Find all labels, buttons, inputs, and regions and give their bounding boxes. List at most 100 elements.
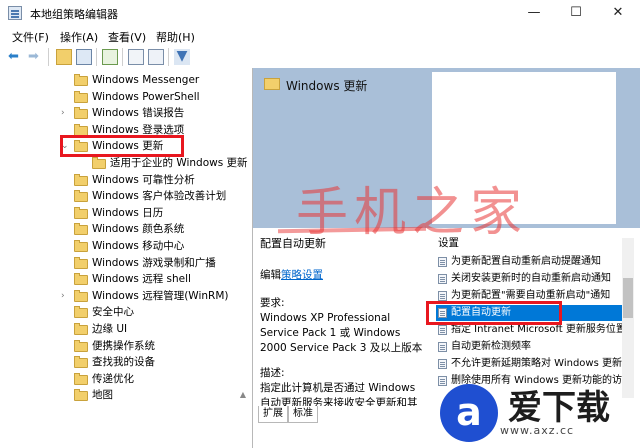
tree-scroll-arrow-icon[interactable]: ▲ [237, 390, 249, 402]
settings-scrollbar-thumb[interactable] [623, 278, 633, 318]
tree-item[interactable]: 地图 [0, 387, 252, 404]
tree-item-label: Windows 远程 shell [92, 273, 191, 286]
description-line: 自动更新服务来接收安全更新和其 [260, 397, 418, 406]
tree-item[interactable]: 安全中心 [0, 304, 252, 321]
policy-tree[interactable]: Windows Messenger Windows PowerShell › Wind… [0, 68, 253, 448]
folder-icon [74, 273, 88, 286]
tree-item[interactable]: Windows 日历 [0, 205, 252, 222]
tree-item[interactable]: Windows 颜色系统 [0, 221, 252, 238]
chevron-right-icon[interactable]: › [61, 105, 69, 122]
requirements-line: Service Pack 1 或 Windows [260, 327, 401, 339]
folder-icon [74, 74, 88, 86]
highlight-box-tree [60, 135, 184, 157]
tree-item[interactable]: Windows Messenger [0, 72, 252, 89]
policy-setting-icon [438, 291, 447, 301]
tree-item-label: Windows PowerShell [92, 90, 200, 103]
tree-item[interactable]: 适用于企业的 Windows 更新 [0, 155, 252, 172]
chevron-right-icon[interactable]: › [61, 288, 69, 305]
setting-row[interactable]: 不允许更新延期策略对 Windows 更新 [436, 356, 622, 372]
setting-row[interactable]: 为更新配置自动重新启动提醒通知 [436, 254, 622, 270]
policy-setting-icon [438, 359, 447, 369]
window-title: 本地组策略编辑器 [30, 8, 118, 21]
details-header-title: Windows 更新 [286, 79, 368, 93]
axz-logo-icon: a [440, 384, 498, 442]
tree-item[interactable]: 边缘 UI [0, 321, 252, 338]
folder-icon [74, 223, 88, 236]
setting-label: 关闭安装更新时的自动重新启动通知 [451, 273, 611, 284]
tree-item[interactable]: Windows 客户体验改善计划 [0, 188, 252, 205]
tree-item-label: Windows 远程管理(WinRM) [92, 289, 229, 302]
tree-item-label: 传递优化 [92, 372, 134, 385]
tree-item-label: Windows Messenger [92, 74, 200, 86]
minimize-button[interactable]: — [514, 0, 554, 26]
tree-item-label: Windows 错误报告 [92, 107, 185, 120]
settings-scrollbar[interactable] [622, 238, 634, 398]
folder-icon [74, 190, 88, 203]
tree-item-label: Windows 移动中心 [92, 240, 185, 252]
filter-icon[interactable]: ▼ [174, 49, 190, 65]
forward-icon[interactable]: ➡ [28, 49, 44, 65]
folder-icon [74, 372, 88, 385]
tree-item-label: Windows 可靠性分析 [92, 173, 195, 186]
close-button[interactable]: ✕ [598, 0, 638, 26]
policy-setting-icon [438, 342, 447, 352]
tree-item[interactable]: 便携操作系统 [0, 338, 252, 355]
title-bar: 本地组策略编辑器 — ☐ ✕ [0, 0, 640, 26]
folder-icon [74, 323, 88, 335]
tree-item-label: 便携操作系统 [92, 339, 155, 352]
folder-icon [74, 356, 88, 369]
folder-icon [74, 240, 88, 252]
maximize-button[interactable]: ☐ [556, 0, 596, 26]
tab-standard[interactable]: 标准 [288, 406, 318, 423]
tree-item[interactable]: 传递优化 [0, 371, 252, 388]
tree-item[interactable]: Windows 可靠性分析 [0, 172, 252, 189]
folder-icon [74, 306, 88, 319]
tab-extended[interactable]: 扩展 [258, 406, 288, 423]
toolbar-separator [168, 48, 169, 66]
policy-setting-icon [438, 376, 447, 386]
tree-item-label: Windows 客户体验改善计划 [92, 190, 227, 203]
folder-icon [74, 339, 88, 352]
highlight-box-setting [426, 301, 562, 325]
tree-item[interactable]: › Windows 错误报告 [0, 105, 252, 122]
show-hide-tree-icon[interactable] [76, 49, 92, 65]
folder-icon [92, 157, 106, 169]
tree-item[interactable]: Windows 移动中心 [0, 238, 252, 255]
policy-setting-icon [438, 325, 447, 335]
folder-icon [74, 206, 88, 219]
back-icon[interactable]: ⬅ [8, 49, 24, 65]
tree-item-label: Windows 颜色系统 [92, 223, 185, 236]
folder-icon [74, 389, 88, 402]
tree-item-label: 地图 [92, 389, 113, 402]
description-line: 指定此计算机是否通过 Windows [260, 382, 416, 394]
export-list-icon[interactable] [102, 49, 118, 65]
policy-setting-icon [438, 274, 447, 284]
edit-policy-setting-link[interactable]: 策略设置 [281, 268, 323, 283]
policy-setting-icon [438, 257, 447, 267]
menu-view[interactable]: 查看(V) [108, 29, 146, 45]
menu-file[interactable]: 文件(F) [12, 29, 49, 45]
menu-action[interactable]: 操作(A) [60, 29, 98, 45]
tree-item[interactable]: Windows PowerShell [0, 89, 252, 106]
folder-icon [74, 256, 88, 269]
tree-item-label: 边缘 UI [92, 323, 128, 335]
folder-icon [74, 173, 88, 186]
setting-row[interactable]: 自动更新检测频率 [436, 339, 622, 355]
menu-help[interactable]: 帮助(H) [156, 29, 195, 45]
description-label: 描述: [260, 367, 285, 379]
folder-icon [264, 78, 280, 90]
logo-url: www.axz.cc [500, 424, 575, 437]
help-icon[interactable] [148, 49, 164, 65]
folder-up-icon[interactable] [56, 49, 72, 65]
properties-icon[interactable] [128, 49, 144, 65]
tree-item[interactable]: Windows 游戏录制和广播 [0, 255, 252, 272]
tree-item[interactable]: 查找我的设备 [0, 354, 252, 371]
folder-icon [74, 289, 88, 302]
toolbar-separator [96, 48, 97, 66]
tree-item[interactable]: › Windows 远程管理(WinRM) [0, 288, 252, 305]
tree-item-label: Windows 日历 [92, 206, 164, 219]
setting-label: 不允许更新延期策略对 Windows 更新 [451, 358, 622, 369]
folder-icon [74, 107, 88, 120]
setting-row[interactable]: 关闭安装更新时的自动重新启动通知 [436, 271, 622, 287]
tree-item[interactable]: Windows 远程 shell [0, 271, 252, 288]
